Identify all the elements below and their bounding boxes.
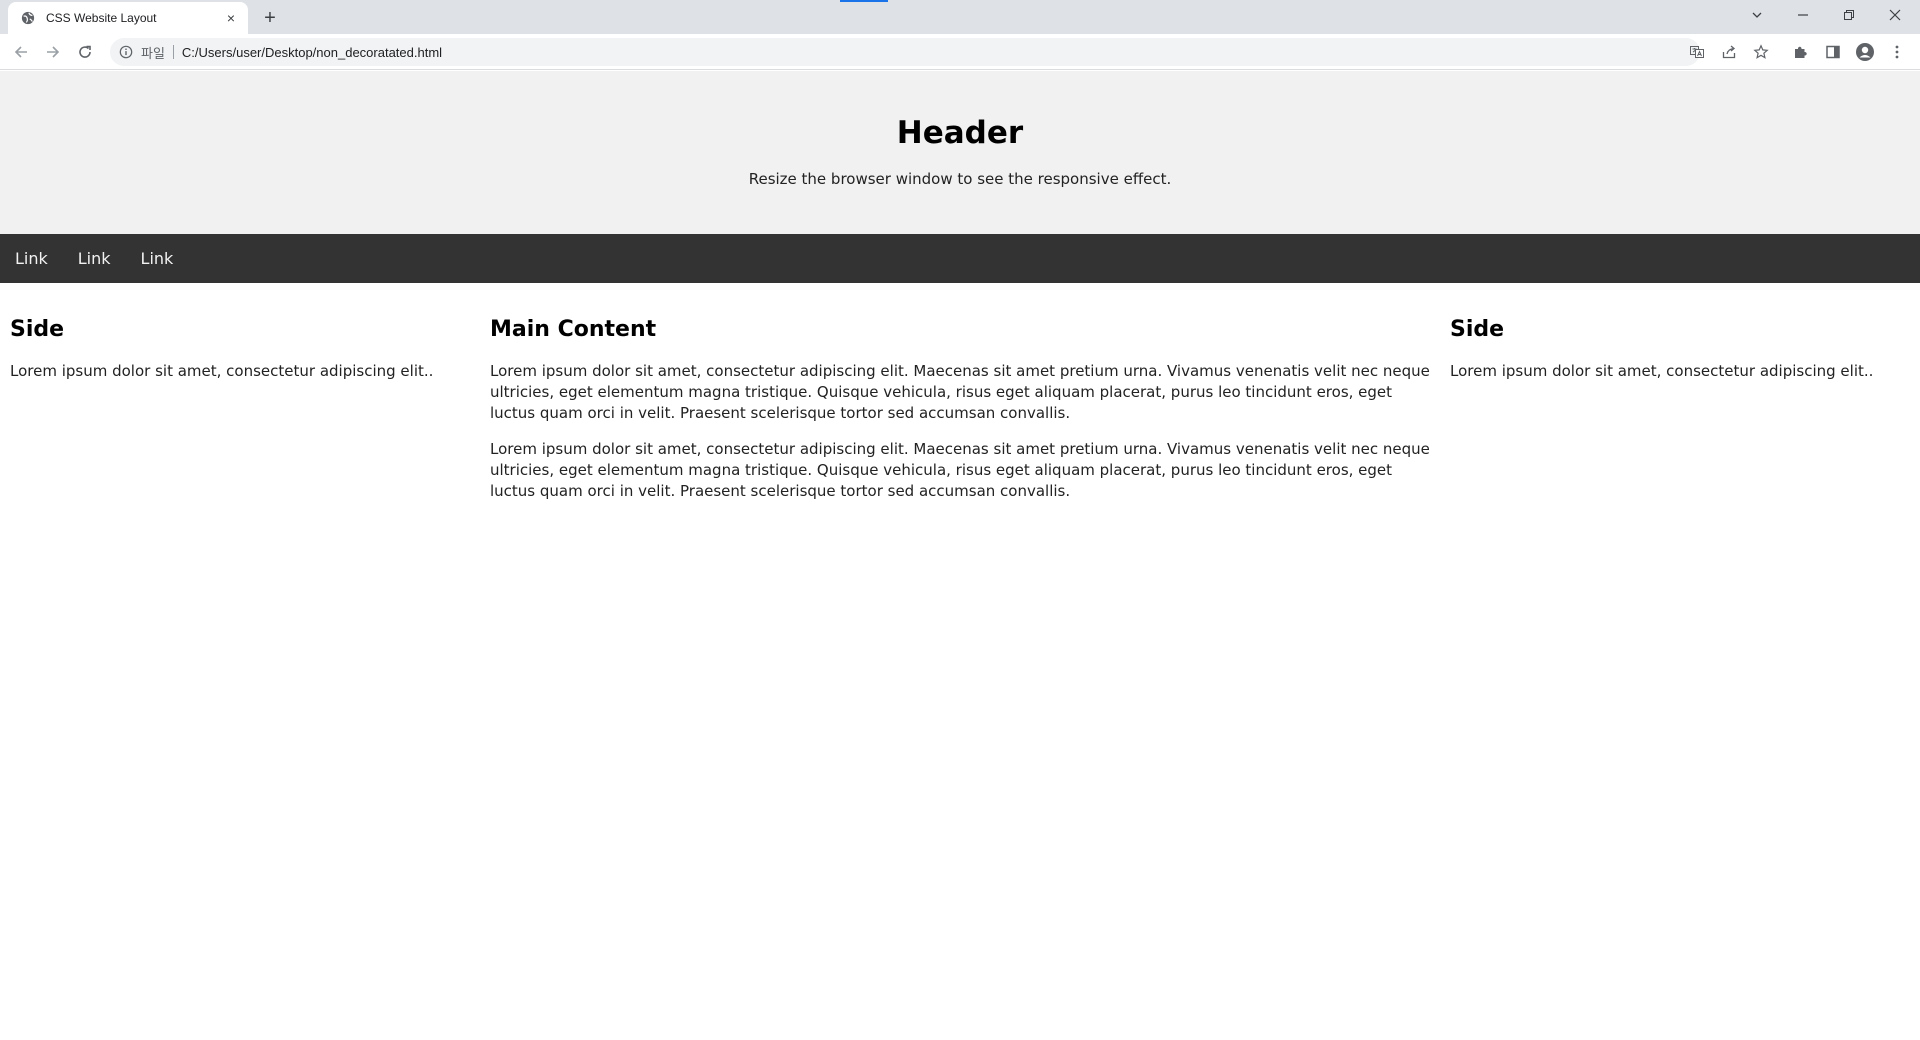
chevron-down-icon[interactable] <box>1734 0 1780 30</box>
right-sidebar: Side Lorem ipsum dolor sit amet, consect… <box>1440 283 1920 517</box>
nav-link-3[interactable]: Link <box>126 249 189 268</box>
share-icon[interactable] <box>1717 40 1741 64</box>
reload-icon[interactable] <box>72 39 98 65</box>
minimize-icon[interactable] <box>1780 0 1826 30</box>
left-sidebar-title: Side <box>10 317 65 342</box>
right-sidebar-text: Lorem ipsum dolor sit amet, consectetur … <box>1450 362 1874 380</box>
main-paragraph-1: Lorem ipsum dolor sit amet, consectetur … <box>490 362 1430 422</box>
kebab-menu-icon[interactable] <box>1884 39 1910 65</box>
arrow-right-icon[interactable] <box>40 39 66 65</box>
main-content: Main Content Lorem ipsum dolor sit amet,… <box>480 283 1440 517</box>
puzzle-icon[interactable] <box>1788 39 1814 65</box>
address-bar[interactable]: 파일 C:/Users/user/Desktop/non_decoratated… <box>110 38 1700 66</box>
page-subtitle: Resize the browser window to see the res… <box>748 170 1172 189</box>
close-icon[interactable] <box>1872 0 1918 30</box>
content-row: Side Lorem ipsum dolor sit amet, consect… <box>0 283 1920 517</box>
side-panel-icon[interactable] <box>1820 39 1846 65</box>
scheme-label: 파일 <box>141 45 165 61</box>
loading-indicator <box>840 0 888 2</box>
avatar-icon[interactable] <box>1852 39 1878 65</box>
main-paragraph-2: Lorem ipsum dolor sit amet, consectetur … <box>490 440 1430 500</box>
tab-title: CSS Website Layout <box>46 11 157 25</box>
main-content-title: Main Content <box>490 317 657 342</box>
browser-tab[interactable]: CSS Website Layout × <box>8 2 248 34</box>
tab-strip: CSS Website Layout × + <box>0 0 1920 34</box>
omnibox-divider <box>172 45 174 59</box>
right-sidebar-title: Side <box>1450 317 1505 342</box>
star-icon[interactable] <box>1749 40 1773 64</box>
close-tab-button[interactable]: × <box>222 9 240 27</box>
url-text[interactable]: C:/Users/user/Desktop/non_decoratated.ht… <box>182 45 442 60</box>
top-navigation: Link Link Link <box>0 234 1920 283</box>
nav-link-1[interactable]: Link <box>0 249 63 268</box>
web-page: Header Resize the browser window to see … <box>0 71 1920 1040</box>
browser-toolbar: 파일 C:/Users/user/Desktop/non_decoratated… <box>0 34 1920 70</box>
page-title: Header <box>896 115 1024 151</box>
nav-link-2[interactable]: Link <box>63 249 126 268</box>
globe-icon <box>20 10 36 26</box>
page-header: Header Resize the browser window to see … <box>0 71 1920 234</box>
left-sidebar: Side Lorem ipsum dolor sit amet, consect… <box>0 283 480 517</box>
arrow-left-icon[interactable] <box>8 39 34 65</box>
translate-icon[interactable] <box>1685 40 1709 64</box>
new-tab-button[interactable]: + <box>258 6 282 30</box>
left-sidebar-text: Lorem ipsum dolor sit amet, consectetur … <box>10 362 434 380</box>
info-icon[interactable] <box>118 44 134 60</box>
restore-icon[interactable] <box>1826 0 1872 30</box>
